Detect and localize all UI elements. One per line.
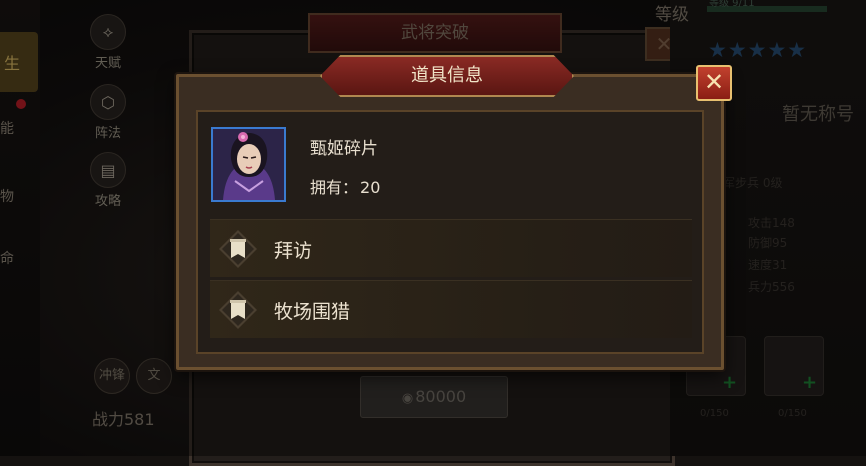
- source-label: 牧场围猎: [274, 301, 351, 323]
- item-count: 拥有： 20: [310, 174, 380, 198]
- character-portrait-icon: [211, 127, 286, 202]
- banner-icon: [219, 230, 257, 268]
- dialog-title: 道具信息: [320, 55, 574, 97]
- item-name: 甄姬碎片: [310, 139, 378, 159]
- item-count-value: 20: [360, 178, 381, 197]
- source-label: 拜访: [274, 240, 313, 262]
- item-count-label: 拥有：: [310, 178, 359, 197]
- banner-icon: [219, 291, 257, 329]
- close-icon[interactable]: ✕: [696, 65, 732, 101]
- source-visit-row[interactable]: 拜访: [210, 219, 692, 277]
- source-hunt-row[interactable]: 牧场围猎: [210, 280, 692, 338]
